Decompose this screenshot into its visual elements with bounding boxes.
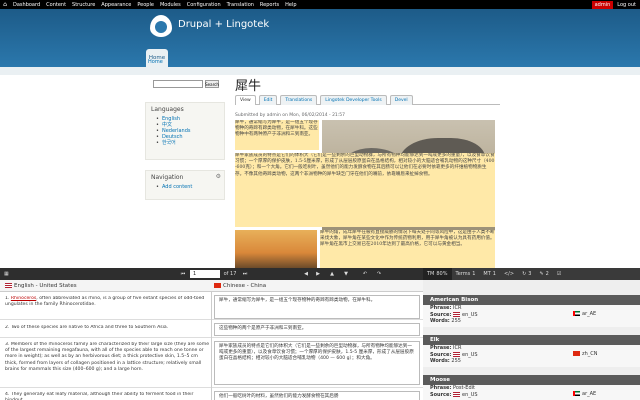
cn-flag-icon xyxy=(573,351,580,356)
source-segment: 1. Rhinoceros, often abbreviated as rhin… xyxy=(5,296,205,308)
source-segment: 3. Members of the rhinoceros family are … xyxy=(5,342,210,372)
menu-configuration[interactable]: Configuration xyxy=(184,2,224,8)
column-divider xyxy=(211,292,212,400)
page-number-input[interactable]: 1 xyxy=(190,270,220,278)
languages-title: Languages xyxy=(151,106,184,113)
menu-reports[interactable]: Reports xyxy=(257,2,282,8)
last-page-icon[interactable]: ⏭ xyxy=(240,269,250,279)
right-arrow-icon[interactable]: ▶ xyxy=(312,269,324,279)
sub-bar xyxy=(0,67,640,75)
menu-structure[interactable]: Structure xyxy=(69,2,98,8)
translation-workbench: ▦ ⏮ 1 of 17 ⏭ ◀ ▶ ▲ ▼ ↶ ↷ TM 80% Terms 1 M… xyxy=(0,268,640,400)
node-tabs: View Edit Translations Lingotek Develope… xyxy=(235,95,500,105)
home-icon[interactable]: ⌂ xyxy=(0,0,10,9)
ae-flag-icon xyxy=(573,391,580,396)
target-segment-input[interactable]: 这些物种的两个是原产于非洲和三到南亚。 xyxy=(214,323,420,336)
source-language: English - United States xyxy=(5,283,77,289)
admin-toolbar: ⌂ Dashboard Content Structure Appearance… xyxy=(0,0,640,9)
tab-mt[interactable]: MT 1 xyxy=(479,268,500,280)
check-icon[interactable]: ☑ xyxy=(553,268,565,280)
left-arrow-icon[interactable]: ◀ xyxy=(300,269,312,279)
first-page-icon[interactable]: ⏮ xyxy=(178,269,188,279)
up-arrow-icon[interactable]: ▲ xyxy=(326,269,338,279)
target-locale: ar_AE xyxy=(573,391,596,398)
grid-icon[interactable]: ▦ xyxy=(4,271,9,277)
ae-flag-icon xyxy=(573,311,580,316)
tm-panel: American Bison Phrase: ICR Source: en_US… xyxy=(423,280,640,400)
tm-entry[interactable]: Phrase: Post-Edit Source: en_US ar_AE xyxy=(423,385,640,400)
gear-icon[interactable]: ⚙ xyxy=(216,173,221,180)
down-arrow-icon[interactable]: ▼ xyxy=(340,269,352,279)
menu-content[interactable]: Content xyxy=(43,2,69,8)
search-button[interactable]: Search xyxy=(205,80,219,88)
menu-help[interactable]: Help xyxy=(282,2,299,8)
search-input[interactable] xyxy=(153,80,203,88)
tab-devel[interactable]: Devel xyxy=(389,95,413,105)
language-korean[interactable]: 한국어 xyxy=(156,140,224,146)
target-language: Chinese - China xyxy=(214,283,266,289)
term-highlight[interactable]: Rhinoceros xyxy=(11,296,36,301)
source-segment: 2. Two of these species are native to Af… xyxy=(5,325,169,330)
site-name[interactable]: Drupal + Lingotek xyxy=(178,19,269,30)
us-flag-icon xyxy=(453,351,461,357)
tm-entry-title[interactable]: Moose xyxy=(423,375,640,385)
navigation-title: Navigation xyxy=(151,174,184,181)
tab-tm[interactable]: TM 80% xyxy=(423,268,452,280)
tab-edit[interactable]: Edit xyxy=(258,95,278,105)
target-segment-input[interactable]: 他们一般吃树叶的材料，虽然他们的能力发酵食物在其后肠 xyxy=(214,391,420,400)
undo-icon[interactable]: ↶ xyxy=(358,269,372,279)
page-title: 犀牛 xyxy=(235,79,262,94)
target-locale: zh_CN xyxy=(573,351,598,358)
breadcrumb[interactable]: Home xyxy=(148,59,163,65)
cn-flag-icon xyxy=(214,283,221,288)
history-icon[interactable]: ↻ 3 xyxy=(518,268,535,280)
target-segment-input[interactable]: 犀牛，通常缩写为犀牛，是一组五个现存物种的奇蹄有蹄类动物，在犀牛科。 xyxy=(214,295,420,319)
tab-terms[interactable]: Terms 1 xyxy=(452,268,480,280)
menu-dashboard[interactable]: Dashboard xyxy=(10,2,43,8)
page-total: of 17 xyxy=(223,271,237,277)
tm-entry-title[interactable]: Elk xyxy=(423,335,640,345)
menu-people[interactable]: People xyxy=(134,2,157,8)
navigation-block: ⚙ Navigation Add content xyxy=(145,170,225,200)
site-header: Drupal + Lingotek Home xyxy=(0,9,640,67)
redo-icon[interactable]: ↷ xyxy=(372,269,386,279)
menu-translation[interactable]: Translation xyxy=(224,2,257,8)
tm-toolbar: TM 80% Terms 1 MT 1 </> ↻ 3 ✎ 2 ☑ xyxy=(423,268,640,280)
us-flag-icon xyxy=(453,391,461,397)
user-link[interactable]: admin xyxy=(591,0,614,9)
nav-add-content[interactable]: Add content xyxy=(156,184,224,190)
drupal-logo-icon[interactable] xyxy=(150,15,172,37)
language-header: English - United States Chinese - China xyxy=(0,280,423,292)
tab-lingotek-dev-tools[interactable]: Lingotek Developer Tools xyxy=(320,95,387,105)
target-locale: ar_AE xyxy=(573,311,596,318)
target-segment-input[interactable]: 犀牛家族成员的特点是它们的体积大（它们是一些剩余的巨型动物群，与所有物种均能够达… xyxy=(214,341,420,385)
source-segment: 4. They generally eat leafy material, al… xyxy=(5,392,194,400)
menu-modules[interactable]: Modules xyxy=(157,2,184,8)
paragraph-1: 犀牛，通常缩写为犀牛，是一组五个现存物种的奇蹄有蹄类动物，在犀牛科。这些物种中有… xyxy=(235,120,319,150)
tm-entry-title[interactable]: American Bison xyxy=(423,295,640,305)
paragraph-2: 犀牛家族成员的特点是它们的体积大（它们是一些剩余的巨型动物群，与所有物种均能够达… xyxy=(235,153,495,227)
tm-entry[interactable]: Phrase: ICR Source: en_US Words: 255 zh_… xyxy=(423,345,640,367)
tab-translations[interactable]: Translations xyxy=(280,95,318,105)
code-icon[interactable]: </> xyxy=(500,268,518,280)
tm-entry[interactable]: Phrase: ICR Source: en_US Words: 255 ar_… xyxy=(423,305,640,327)
us-flag-icon xyxy=(453,311,461,317)
submitted-line: Submitted by admin on Mon, 06/02/2014 - … xyxy=(235,113,346,118)
languages-block: Languages English 中文 Nederlands Deutsch … xyxy=(145,102,225,160)
logout-link[interactable]: Log out xyxy=(615,2,638,8)
menu-appearance[interactable]: Appearance xyxy=(98,2,134,8)
paragraph-3: 犀牛的角，成年犀牛在被有直接威胁的情况下每天处于同等风险中，这是由于人类不断采伐… xyxy=(320,230,495,268)
rhino-small-image xyxy=(235,230,317,268)
tab-view[interactable]: View xyxy=(235,95,256,105)
us-flag-icon xyxy=(5,283,12,288)
comments-icon[interactable]: ✎ 2 xyxy=(535,268,552,280)
